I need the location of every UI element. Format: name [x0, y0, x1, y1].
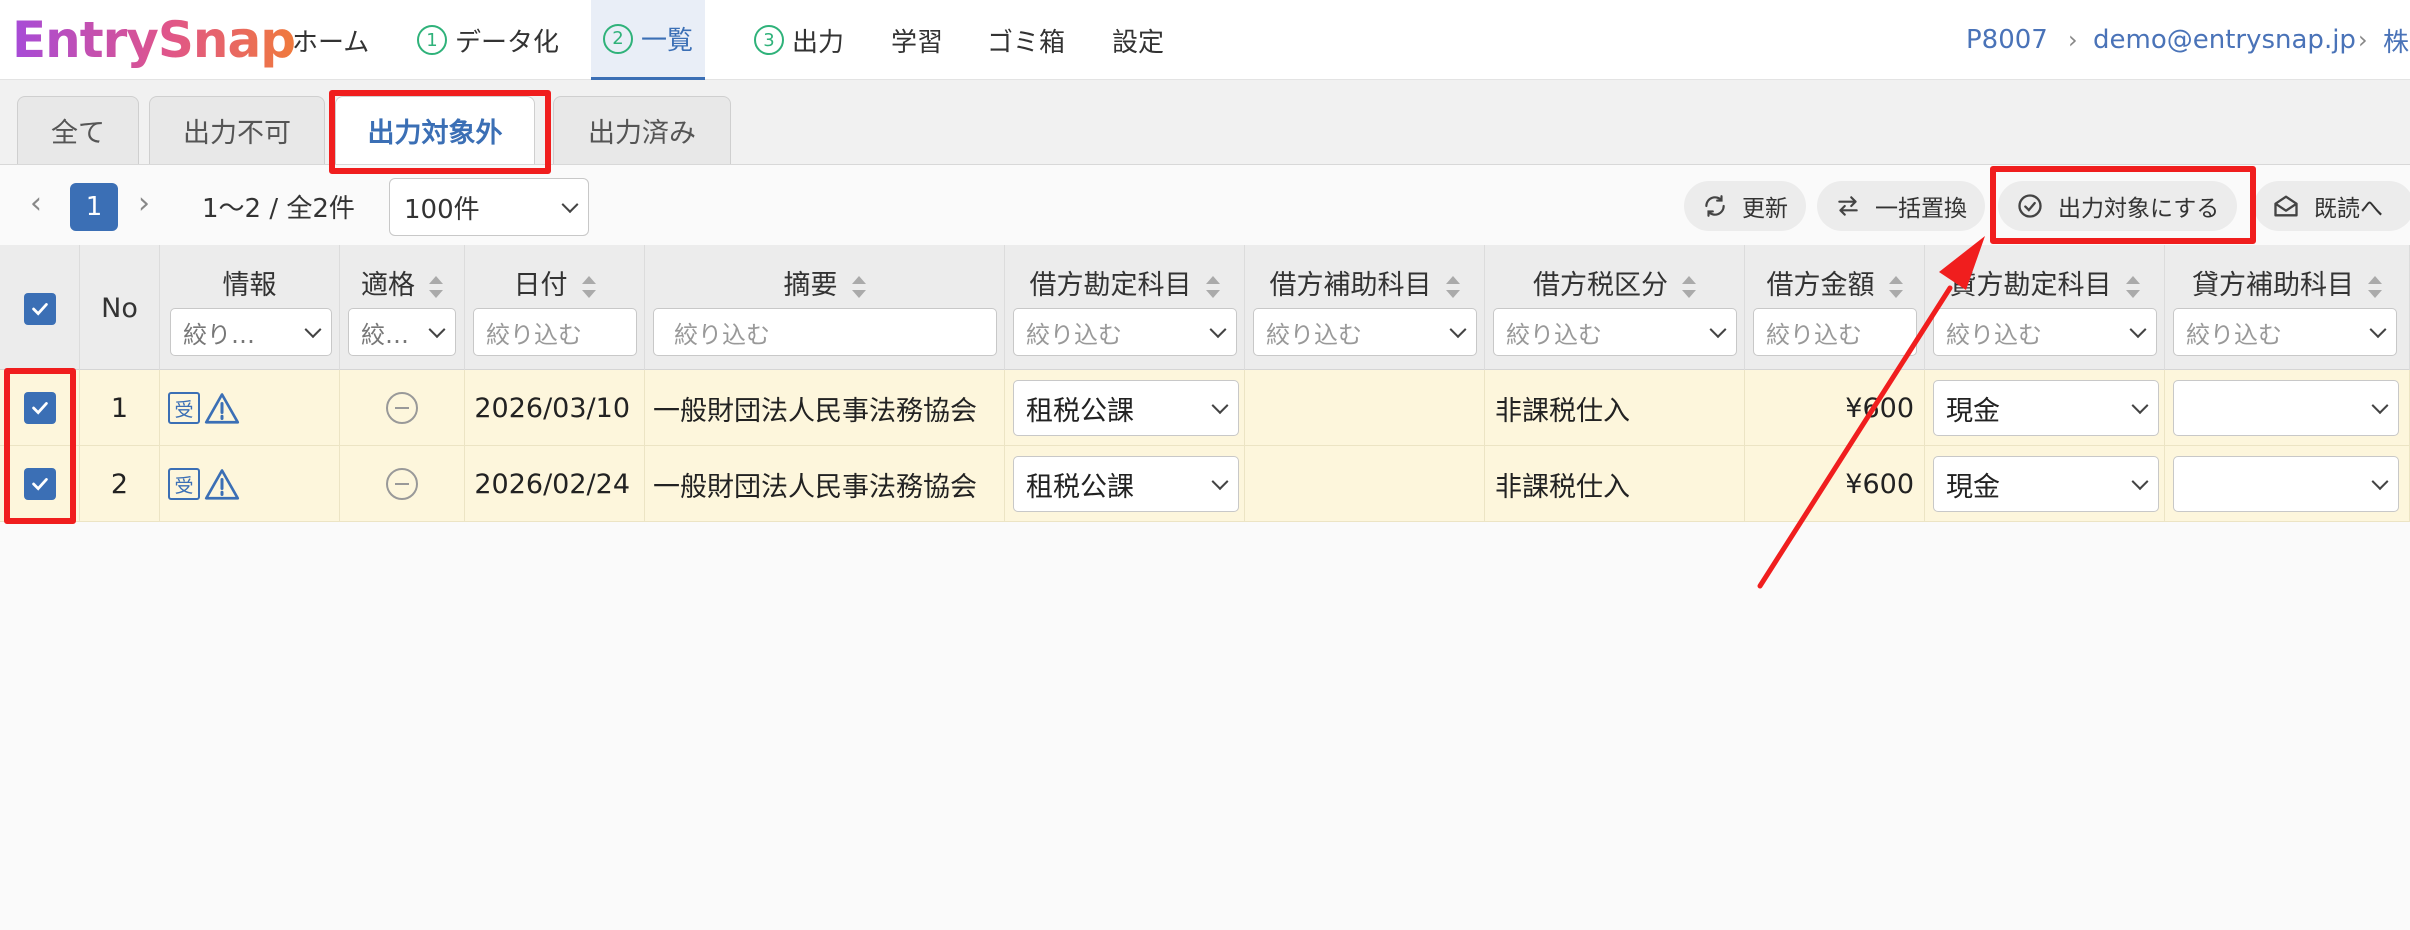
annotation-arrow-icon [1757, 236, 1985, 589]
